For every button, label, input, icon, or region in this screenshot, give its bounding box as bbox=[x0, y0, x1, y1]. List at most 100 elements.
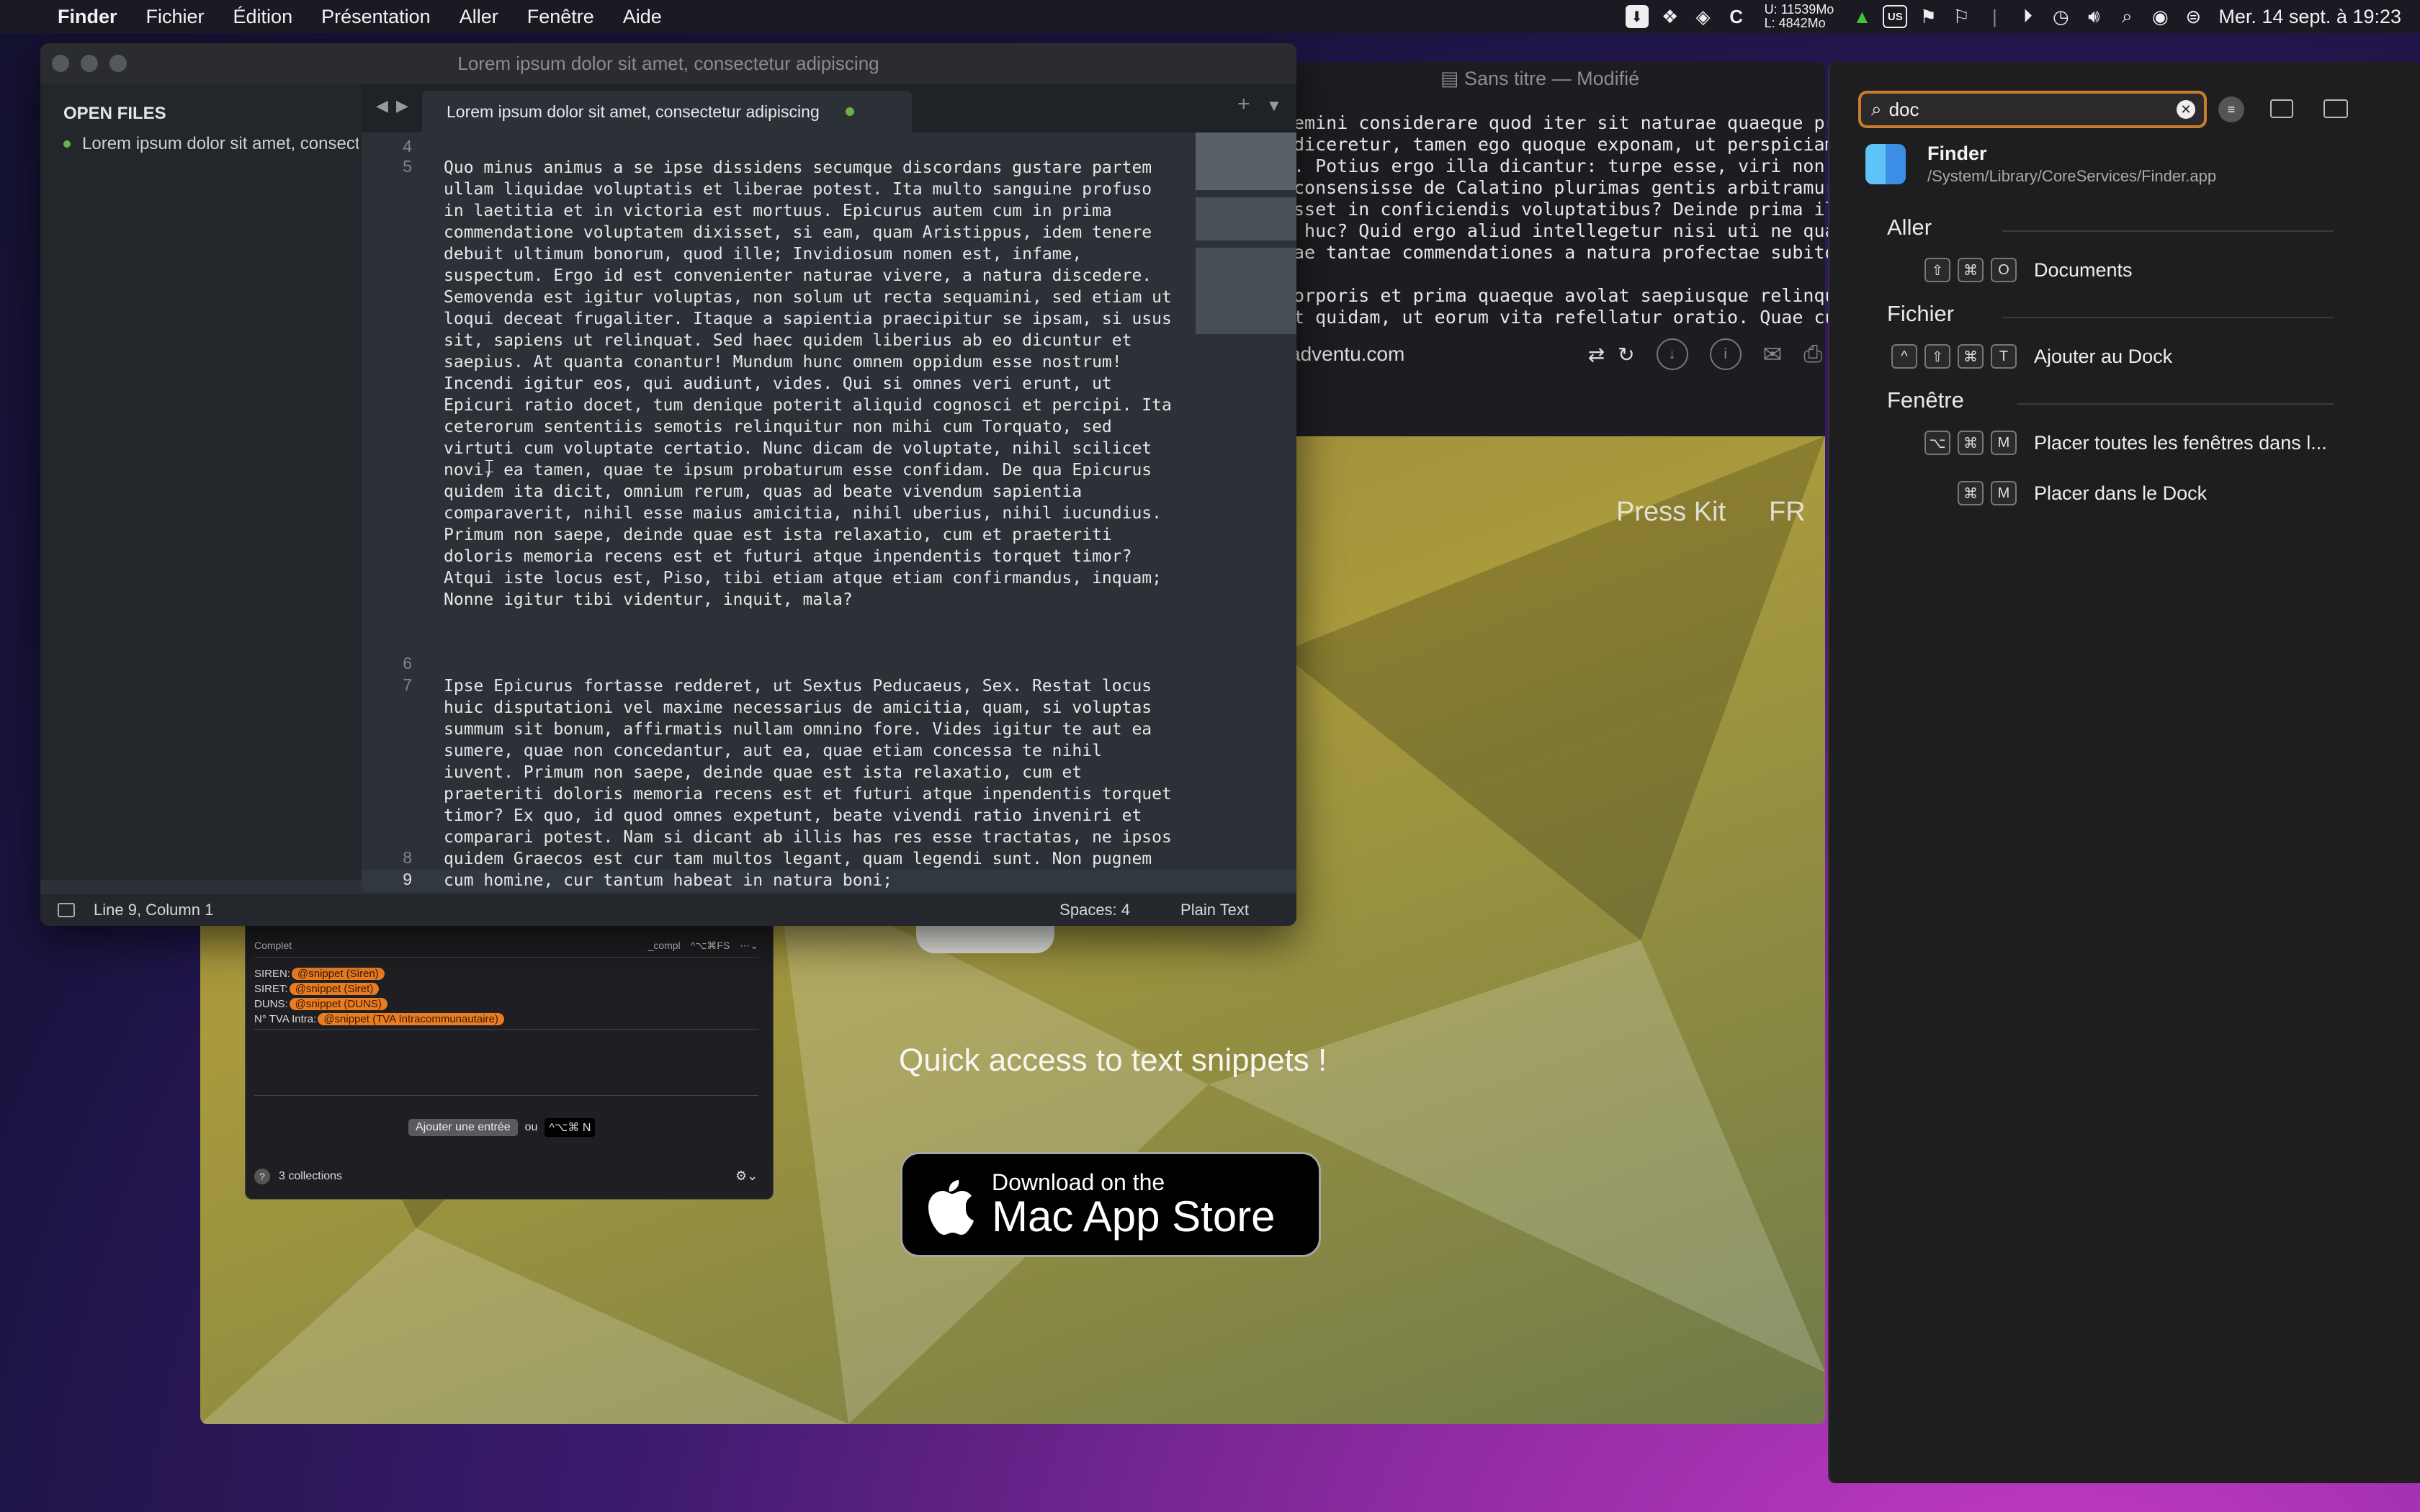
user-icon[interactable]: ◉ bbox=[2143, 0, 2177, 33]
nav-language[interactable]: FR bbox=[1769, 497, 1806, 528]
apple-logo-icon bbox=[928, 1180, 974, 1235]
snippet-mode[interactable]: Complet bbox=[254, 940, 292, 952]
divider bbox=[2002, 230, 2334, 232]
menu-result-documents[interactable]: ⇧ ⌘ O Documents bbox=[1924, 258, 2133, 282]
reload-icon[interactable]: ↻ bbox=[1618, 343, 1634, 366]
zoom-button[interactable] bbox=[109, 55, 127, 72]
add-entry-row: Ajouter une entrée ou ^⌥⌘ N bbox=[408, 1118, 596, 1137]
time-machine-icon[interactable]: ◷ bbox=[2044, 0, 2077, 33]
collections-row: ? 3 collections bbox=[254, 1169, 342, 1184]
document-title: ▤ Sans titre — Modifié bbox=[1440, 68, 1640, 89]
status-position: Line 9, Column 1 bbox=[94, 901, 214, 919]
divider bbox=[254, 1029, 758, 1030]
flag-icon[interactable]: ⚑ bbox=[1912, 0, 1945, 33]
play-icon[interactable]: ⏵ bbox=[2011, 0, 2044, 33]
snippet-row[interactable]: SIREN: @snippet (Siren) bbox=[254, 966, 385, 981]
open-files-sidebar bbox=[40, 84, 362, 880]
menu-search-query[interactable]: doc bbox=[1889, 99, 1919, 121]
list-options-icon[interactable]: ≡ bbox=[2218, 96, 2244, 122]
menu-result-add-to-dock[interactable]: ^ ⇧ ⌘ T Ajouter au Dock bbox=[1891, 344, 2172, 369]
browser-url-row[interactable]: adventu.com ⇄ ↻ ↓ i ✉ ⎙ bbox=[1289, 328, 1822, 380]
print-icon[interactable]: ⎙ bbox=[1803, 341, 1822, 368]
editor-paragraph[interactable]: Ipse Epicurus fortasse redderet, ut Sext… bbox=[444, 675, 1222, 891]
section-title: Aller bbox=[1887, 215, 1932, 240]
menu-result-all-windows[interactable]: ⌥ ⌘ M Placer toutes les fenêtres dans l.… bbox=[1924, 431, 2327, 455]
flag-icon[interactable]: ⚐ bbox=[1945, 0, 1978, 33]
close-button[interactable] bbox=[52, 55, 69, 72]
add-entry-button[interactable]: Ajouter une entrée bbox=[408, 1119, 518, 1136]
mouse-cursor-icon: 𝙸 bbox=[483, 455, 496, 477]
translate-icon[interactable]: ⇄ bbox=[1588, 343, 1605, 366]
menu-edition[interactable]: Édition bbox=[219, 6, 308, 28]
result-app-name[interactable]: Finder bbox=[1927, 143, 1987, 165]
or-label: ou bbox=[524, 1121, 538, 1133]
settings-gear-icon[interactable]: ⚙⌄ bbox=[735, 1169, 758, 1184]
menu-fichier[interactable]: Fichier bbox=[132, 6, 219, 28]
help-icon[interactable]: ? bbox=[254, 1169, 270, 1184]
status-syntax[interactable]: Plain Text bbox=[1180, 901, 1249, 919]
open-files-heading: OPEN FILES bbox=[63, 104, 166, 123]
menu-result-minimize-to-dock[interactable]: ⌘ M Placer dans le Dock bbox=[1958, 481, 2207, 505]
line-number: 5 bbox=[403, 157, 412, 176]
menu-aller[interactable]: Aller bbox=[445, 6, 513, 28]
menu-fenetre[interactable]: Fenêtre bbox=[513, 6, 609, 28]
snippet-row[interactable]: N° TVA Intra: @snippet (TVA Intracommunau… bbox=[254, 1011, 504, 1027]
split-layout-icon[interactable] bbox=[2323, 99, 2348, 118]
c-icon[interactable]: C bbox=[1720, 0, 1753, 33]
search-icon[interactable]: ⌕ bbox=[2110, 0, 2143, 33]
finder-app-icon bbox=[1865, 144, 1906, 184]
open-file-item[interactable]: Lorem ipsum dolor sit amet, consectetur … bbox=[63, 134, 359, 154]
text-editor-window: Lorem ipsum dolor sit amet, consectetur … bbox=[40, 43, 1296, 926]
tab-menu-chevron-down-icon[interactable]: ▼ bbox=[1266, 96, 1282, 115]
menu-search-input[interactable]: ⌕ doc ✕ bbox=[1858, 91, 2207, 128]
editor-paragraph[interactable]: Quo minus animus a se ipse dissidens sec… bbox=[444, 157, 1222, 611]
clear-search-icon[interactable]: ✕ bbox=[2177, 100, 2195, 119]
line-number-current: 9 bbox=[403, 870, 412, 888]
menu-presentation[interactable]: Présentation bbox=[307, 6, 445, 28]
minimap[interactable] bbox=[1196, 132, 1296, 348]
new-tab-icon[interactable]: + bbox=[1237, 92, 1250, 117]
status-spaces[interactable]: Spaces: 4 bbox=[1059, 901, 1130, 919]
more-icon[interactable]: ⋯⌄ bbox=[740, 940, 758, 952]
control-center-icon[interactable]: ⊜ bbox=[2177, 0, 2210, 33]
memory-stats[interactable]: U: 11539Mo L: 4842Mo bbox=[1765, 3, 1834, 30]
dropbox-icon[interactable]: ❖ bbox=[1654, 0, 1687, 33]
tab-modified-dot-icon[interactable] bbox=[845, 107, 854, 116]
status-bar: Line 9, Column 1 Spaces: 4 Plain Text bbox=[40, 894, 1296, 926]
menubar-datetime[interactable]: Mer. 14 sept. à 19:23 bbox=[2218, 6, 2401, 28]
tab-label: Lorem ipsum dolor sit amet, consectetur … bbox=[447, 102, 820, 121]
snippet-row[interactable]: SIRET: @snippet (Siret) bbox=[254, 981, 380, 996]
line-number: 7 bbox=[403, 675, 412, 694]
tab-back-icon[interactable]: ◀ bbox=[376, 96, 388, 115]
snippet-mode-row: Complet _compl ^⌥⌘FS ⋯⌄ bbox=[254, 940, 758, 952]
line-number: 8 bbox=[403, 848, 412, 867]
search-icon: ⌕ bbox=[1871, 98, 1882, 120]
layers-icon[interactable]: ◈ bbox=[1687, 0, 1720, 33]
divider bbox=[2017, 403, 2334, 405]
minimize-button[interactable] bbox=[81, 55, 98, 72]
info-icon[interactable]: i bbox=[1709, 338, 1742, 370]
tab-forward-icon[interactable]: ▶ bbox=[396, 96, 408, 115]
document-icon: ▤ bbox=[1440, 68, 1465, 89]
snippet-row[interactable]: DUNS: @snippet (DUNS) bbox=[254, 996, 387, 1012]
app-store-line1: Download on the bbox=[992, 1169, 1165, 1195]
add-entry-shortcut: ^⌥⌘ N bbox=[544, 1118, 596, 1137]
snippet-shortcut[interactable]: ^⌥⌘FS bbox=[691, 940, 730, 952]
menu-bar: Finder Fichier Édition Présentation Alle… bbox=[0, 0, 2420, 33]
sidebar-toggle-icon[interactable] bbox=[58, 903, 75, 917]
app-store-badge[interactable]: Download on the Mac App Store bbox=[900, 1152, 1321, 1257]
download-icon[interactable]: ↓ bbox=[1656, 338, 1688, 370]
tab-active[interactable]: Lorem ipsum dolor sit amet, consectetur … bbox=[422, 91, 912, 132]
window-layout-icon[interactable] bbox=[2270, 99, 2293, 118]
snippet-window: Complet _compl ^⌥⌘FS ⋯⌄ SIREN: @snippet (… bbox=[245, 912, 774, 1200]
download-icon[interactable]: ⬇ bbox=[1621, 0, 1654, 33]
line-number-gutter bbox=[362, 132, 441, 880]
menu-app-name[interactable]: Finder bbox=[43, 6, 132, 28]
menu-aide[interactable]: Aide bbox=[609, 6, 676, 28]
mail-icon[interactable]: ✉ bbox=[1763, 341, 1783, 368]
input-source-icon[interactable]: US bbox=[1878, 0, 1912, 33]
url-text[interactable]: adventu.com bbox=[1289, 343, 1404, 366]
nav-press-kit[interactable]: Press Kit bbox=[1616, 497, 1726, 528]
upload-arrow-icon[interactable]: ▲ bbox=[1845, 0, 1878, 33]
volume-icon[interactable]: 🔊︎ bbox=[2077, 0, 2110, 33]
